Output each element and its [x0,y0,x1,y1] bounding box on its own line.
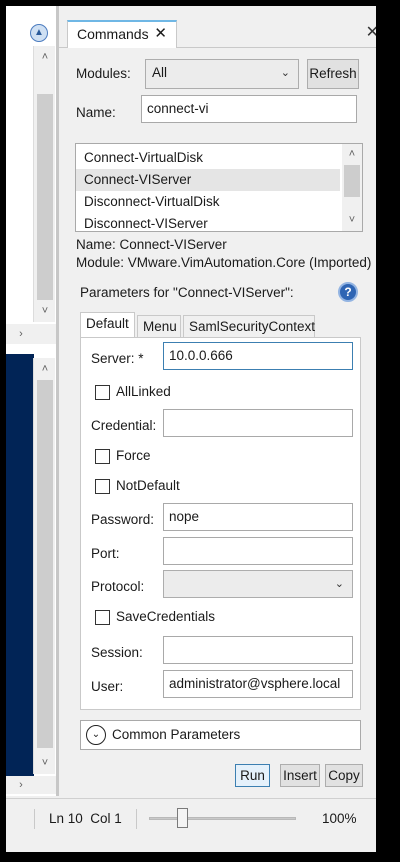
credential-input[interactable] [163,409,353,437]
protocol-label: Protocol: [91,579,145,594]
session-input[interactable] [163,636,353,664]
list-item[interactable]: Disconnect-VirtualDisk [76,191,340,213]
run-button[interactable]: Run [235,764,270,787]
force-label: Force [116,448,151,463]
protocol-select[interactable]: ⌄ [163,570,353,598]
port-label: Port: [91,546,120,561]
alllinked-checkbox[interactable] [95,385,110,400]
savecredentials-label: SaveCredentials [116,609,216,624]
list-scroll-up-icon[interactable]: ˄ [343,145,361,163]
list-item-selected[interactable]: Connect-VIServer [76,169,340,191]
command-module-info: Module: VMware.VimAutomation.Core (Impor… [76,255,372,270]
notdefault-label: NotDefault [116,478,180,493]
modules-label: Modules: [76,66,131,81]
list-scroll-down-icon[interactable]: ˅ [343,211,361,229]
password-label: Password: [91,512,155,527]
insert-button[interactable]: Insert [280,764,320,787]
editor-hscroll[interactable]: › [6,324,56,344]
console-scroll-down-icon[interactable]: ˅ [36,754,54,772]
zoom-slider-thumb[interactable] [177,808,188,828]
command-name-info: Name: Connect-VIServer [76,237,227,252]
session-label: Session: [91,645,143,660]
console-scrollbar[interactable]: ˄ ˅ [33,358,55,774]
copy-button[interactable]: Copy [325,764,363,787]
chevron-down-icon: ⌄ [334,578,344,590]
help-icon[interactable]: ? [338,282,358,302]
tab-commands-label: Commands [77,26,149,42]
user-label: User: [91,679,124,694]
editor-scroll-thumb[interactable] [37,94,53,300]
server-input[interactable]: 10.0.0.666 [163,342,353,370]
status-divider [136,809,137,829]
name-input[interactable]: connect-vi [141,95,357,123]
collapse-script-pane-icon[interactable]: ▲ [30,24,48,42]
tab-menu[interactable]: Menu [137,315,181,339]
chevron-down-icon: ⌄ [280,67,290,79]
server-label: Server: * [91,351,144,366]
console-hscroll[interactable]: › [6,776,56,794]
commands-listbox[interactable]: Connect-VirtualDisk Connect-VIServer Dis… [75,143,363,232]
modules-select-value: All [152,65,168,80]
console-pane[interactable] [6,354,34,794]
scroll-right-icon[interactable]: › [12,325,30,343]
cursor-position: Ln 10 Col 1 [49,811,122,826]
expand-chevron-icon[interactable]: ⌄ [86,725,106,745]
list-item[interactable]: Disconnect-VIServer [76,213,340,231]
savecredentials-checkbox[interactable] [95,610,110,625]
list-scroll-thumb[interactable] [344,165,360,197]
password-input[interactable]: nope [163,503,353,531]
tab-default[interactable]: Default [80,312,135,338]
editor-scrollbar[interactable]: ˄ ˅ [33,46,55,322]
console-scroll-thumb[interactable] [37,380,53,748]
zoom-slider-track[interactable] [149,817,296,820]
list-scrollbar[interactable]: ˄ ˅ [342,144,362,231]
app-window: ▲ ˄ ˅ › ˄ ˅ › Commands ✕ ✕ Modules: All … [6,6,389,852]
zoom-level: 100% [322,811,357,826]
scroll-down-icon[interactable]: ˅ [36,302,54,320]
credential-label: Credential: [91,418,157,433]
editor-area: ▲ ˄ ˅ › ˄ ˅ › [6,6,58,796]
common-parameters-label: Common Parameters [112,727,241,742]
user-input[interactable]: administrator@vsphere.local [163,670,353,698]
port-input[interactable] [163,537,353,565]
force-checkbox[interactable] [95,449,110,464]
status-bar: Ln 10 Col 1 100% [6,798,376,838]
refresh-button[interactable]: Refresh [307,59,359,89]
modules-select[interactable]: All ⌄ [145,59,299,89]
notdefault-checkbox[interactable] [95,479,110,494]
window-edge [376,6,389,852]
commands-panel: Commands ✕ ✕ Modules: All ⌄ Refresh Name… [59,6,389,796]
panel-tab-strip: Commands ✕ ✕ [59,6,389,48]
list-item[interactable]: Connect-VirtualDisk [76,147,340,169]
tab-close-icon[interactable]: ✕ [154,22,167,46]
status-divider [34,809,35,829]
console-scroll-right-icon[interactable]: › [12,776,30,794]
window-frame: ▲ ˄ ˅ › ˄ ˅ › Commands ✕ ✕ Modules: All … [0,0,400,862]
parameters-for-label: Parameters for "Connect-VIServer": [80,285,294,300]
tab-commands[interactable]: Commands ✕ [67,20,177,48]
scroll-up-icon[interactable]: ˄ [36,48,54,66]
alllinked-label: AllLinked [116,384,171,399]
common-parameters-expander[interactable]: ⌄ Common Parameters [80,720,361,750]
console-scroll-up-icon[interactable]: ˄ [36,360,54,378]
tab-saml-security-context[interactable]: SamlSecurityContext [183,315,315,339]
name-label: Name: [76,105,116,120]
